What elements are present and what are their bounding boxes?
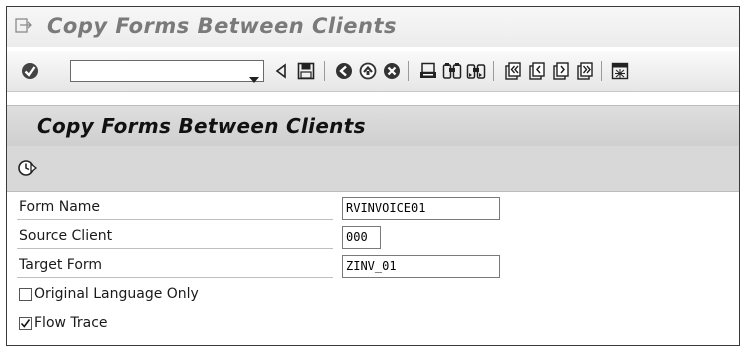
selection-screen: Form Name RVINVOICE01 Source Client 000 …	[7, 192, 739, 345]
find-icon[interactable]	[441, 60, 463, 82]
row-divider	[17, 277, 333, 278]
toolbar-separator	[601, 61, 602, 81]
layout-icon[interactable]	[609, 60, 631, 82]
dropdown-icon[interactable]	[249, 68, 259, 87]
command-input[interactable]	[73, 63, 238, 81]
original-language-only-label: Original Language Only	[34, 286, 199, 302]
application-toolbar	[7, 146, 739, 192]
cancel-icon[interactable]	[381, 60, 403, 82]
previous-page-icon[interactable]	[526, 60, 548, 82]
save-icon[interactable]	[295, 60, 317, 82]
toolbar-separator	[493, 61, 494, 81]
next-page-icon[interactable]	[550, 60, 572, 82]
system-toolbar	[7, 51, 739, 92]
flow-trace-checkbox[interactable]	[19, 316, 32, 330]
row-divider	[17, 248, 333, 249]
toolbar-separator	[408, 61, 409, 81]
exit-icon[interactable]	[357, 60, 379, 82]
target-form-field[interactable]: ZINV_01	[342, 255, 500, 278]
row-divider	[17, 219, 333, 220]
screen-header: Copy Forms Between Clients	[7, 105, 739, 147]
form-name-label: Form Name	[19, 199, 101, 215]
title-bar: Copy Forms Between Clients	[7, 7, 739, 47]
first-page-icon[interactable]	[502, 60, 524, 82]
original-language-only-checkbox[interactable]	[19, 287, 32, 301]
last-page-icon[interactable]	[574, 60, 596, 82]
print-icon[interactable]	[417, 60, 439, 82]
flow-trace-label: Flow Trace	[34, 315, 108, 331]
screen-title: Copy Forms Between Clients	[37, 114, 366, 138]
execute-clock-icon[interactable]	[15, 156, 39, 180]
flow-trace-row: Flow Trace	[19, 315, 108, 331]
sap-window: Copy Forms Between Clients Copy Forms Be…	[6, 6, 740, 346]
original-language-only-row: Original Language Only	[19, 286, 199, 302]
command-field[interactable]	[70, 60, 264, 83]
window-title: Copy Forms Between Clients	[47, 14, 398, 38]
back-icon[interactable]	[333, 60, 355, 82]
checkmark-icon	[20, 318, 31, 328]
menu-exit-icon[interactable]	[15, 18, 33, 34]
form-name-field[interactable]: RVINVOICE01	[342, 197, 500, 220]
toolbar-separator	[324, 61, 325, 81]
enter-icon[interactable]	[19, 60, 41, 82]
source-client-label: Source Client	[19, 228, 113, 244]
find-next-icon[interactable]	[465, 60, 487, 82]
target-form-label: Target Form	[19, 257, 103, 273]
source-client-field[interactable]: 000	[342, 226, 381, 249]
back-triangle-icon[interactable]	[270, 60, 292, 82]
